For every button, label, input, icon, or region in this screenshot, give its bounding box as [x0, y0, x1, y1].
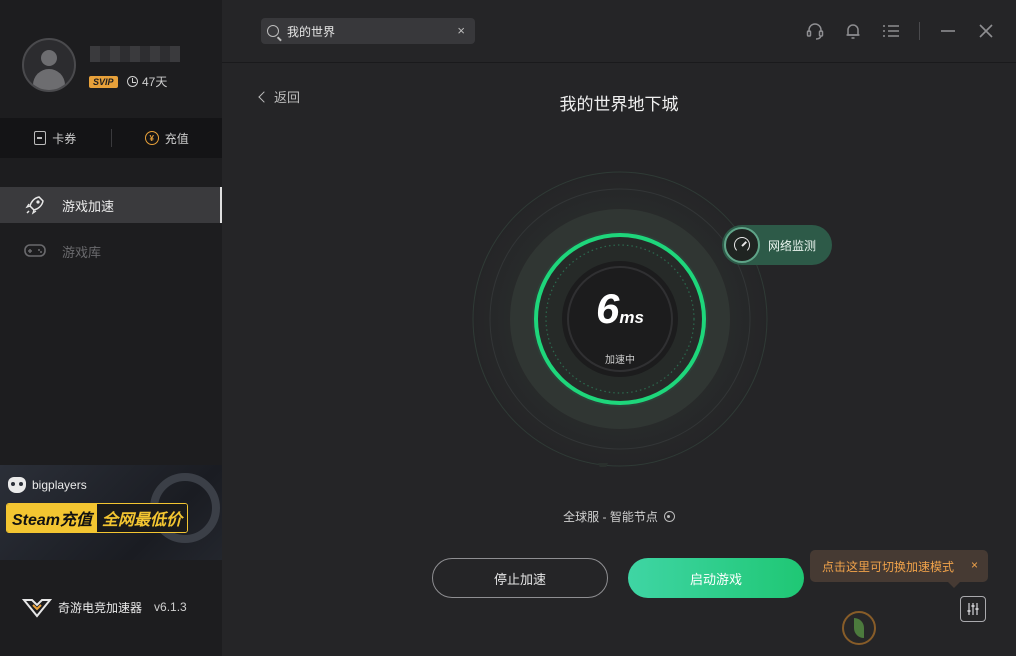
launch-game-button[interactable]: 启动游戏 — [628, 558, 804, 598]
banner-brand: bigplayers — [8, 477, 87, 493]
stop-boost-button[interactable]: 停止加速 — [432, 558, 608, 598]
latency-readout: 6ms — [577, 285, 663, 333]
bell-icon[interactable] — [843, 21, 863, 41]
gamepad-icon — [24, 240, 46, 262]
rocket-icon — [24, 194, 46, 216]
sliders-icon — [967, 603, 979, 615]
sidebar-nav: 游戏加速 游戏库 — [0, 187, 222, 269]
coupon-icon — [34, 131, 47, 145]
watermark-logo — [842, 611, 876, 645]
search-icon — [267, 25, 279, 37]
avatar[interactable] — [22, 38, 76, 92]
banner-slogan-left: Steam充值 — [7, 504, 98, 532]
latency-unit: ms — [619, 308, 644, 327]
sidebar-item-label: 游戏加速 — [62, 198, 115, 214]
wallet-bar: 卡券 ¥ 充值 — [0, 118, 222, 158]
clock-icon — [127, 76, 138, 87]
server-node-selector[interactable]: 全球服 - 智能节点 — [222, 508, 1016, 525]
coupon-label: 卡券 — [52, 131, 77, 146]
menu-icon[interactable] — [881, 21, 901, 41]
username-redacted — [90, 46, 180, 62]
headset-icon[interactable] — [805, 21, 825, 41]
search-box: × — [261, 18, 475, 44]
banner-brand-label: bigplayers — [32, 478, 87, 492]
sidebar-item-game-library[interactable]: 游戏库 — [0, 233, 222, 269]
tooltip-text: 点击这里可切换加速模式 — [822, 559, 955, 574]
toolbar-separator — [919, 22, 920, 40]
app-version: v6.1.3 — [154, 600, 187, 614]
search-clear-icon[interactable]: × — [457, 23, 465, 38]
page-title: 我的世界地下城 — [559, 95, 679, 114]
app-logo-icon — [21, 596, 53, 618]
mode-switch-tooltip: 点击这里可切换加速模式 × — [810, 550, 988, 588]
member-days-label: 47天 — [142, 75, 168, 89]
svip-badge: SVIP — [89, 76, 118, 88]
gear-icon[interactable] — [663, 511, 675, 522]
app-name: 奇游电竞加速器 — [58, 600, 143, 615]
network-monitor-button[interactable]: 网络监测 — [722, 225, 832, 265]
avatar-body — [33, 69, 65, 90]
recharge-label: 充值 — [164, 131, 189, 146]
minimize-icon[interactable] — [938, 21, 958, 41]
server-node-label: 全球服 - 智能节点 — [563, 510, 658, 524]
member-days: 47天 — [127, 73, 167, 90]
app-brand: 奇游电竞加速器 v6.1.3 — [21, 596, 187, 618]
sidebar: SVIP 47天 卡券 ¥ 充值 游戏加速 游戏库 bigplayers Ste… — [0, 0, 222, 656]
promo-banner[interactable]: bigplayers Steam充值 全网最低价 — [0, 465, 222, 560]
search-input[interactable] — [285, 23, 449, 39]
speedometer-icon — [724, 227, 760, 263]
banner-slogan-right: 全网最低价 — [97, 504, 188, 532]
main-panel: 返回 我的世界地下城 6ms 加速中 网络监测 全球服 - 智能节点 停止加速 … — [222, 63, 1016, 656]
banner-slogan: Steam充值 全网最低价 — [6, 503, 189, 533]
sidebar-item-label: 游戏库 — [62, 244, 102, 260]
tooltip-close-icon[interactable]: × — [971, 558, 978, 572]
coupon-button[interactable]: 卡券 — [0, 130, 111, 147]
latency-value: 6 — [596, 285, 619, 332]
recharge-button[interactable]: ¥ 充值 — [112, 130, 223, 147]
bigplayers-logo-icon — [8, 477, 26, 493]
close-icon[interactable] — [976, 21, 996, 41]
network-monitor-label: 网络监测 — [768, 238, 817, 253]
top-bar: × — [222, 0, 1016, 63]
avatar-head — [41, 50, 57, 66]
boost-status: 加速中 — [605, 355, 635, 366]
user-profile: SVIP 47天 — [0, 0, 222, 118]
leaf-logo-icon — [842, 611, 876, 645]
window-controls — [805, 21, 996, 41]
recharge-icon: ¥ — [144, 131, 159, 145]
sidebar-item-game-boost[interactable]: 游戏加速 — [0, 187, 222, 223]
boost-mode-switch-button[interactable] — [960, 596, 986, 622]
